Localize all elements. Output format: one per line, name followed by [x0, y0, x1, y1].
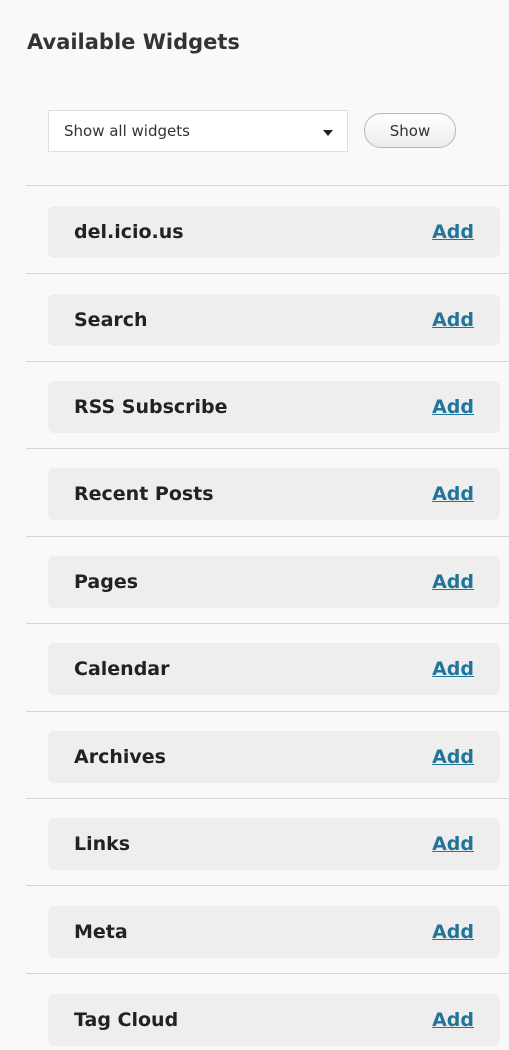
add-widget-button[interactable]: Add	[432, 483, 474, 505]
widget-name: RSS Subscribe	[74, 396, 228, 418]
add-widget-button[interactable]: Add	[432, 833, 474, 855]
divider	[26, 448, 509, 449]
widget-name: Pages	[74, 571, 139, 593]
divider	[26, 361, 509, 362]
divider	[26, 711, 509, 712]
widget-filter-selected: Show all widgets	[64, 122, 190, 140]
widget-name: del.icio.us	[74, 221, 184, 243]
add-widget-button[interactable]: Add	[432, 396, 474, 418]
widget-row-tag-cloud: Tag Cloud Add	[48, 994, 500, 1046]
divider	[26, 798, 509, 799]
add-widget-button[interactable]: Add	[432, 658, 474, 680]
widget-name: Recent Posts	[74, 483, 214, 505]
widget-row-links: Links Add	[48, 818, 500, 870]
add-widget-button[interactable]: Add	[432, 571, 474, 593]
widget-row-pages: Pages Add	[48, 556, 500, 608]
add-widget-button[interactable]: Add	[432, 221, 474, 243]
add-widget-button[interactable]: Add	[432, 1009, 474, 1031]
widget-row-recent-posts: Recent Posts Add	[48, 468, 500, 520]
widget-row-rss-subscribe: RSS Subscribe Add	[48, 381, 500, 433]
divider	[26, 185, 509, 186]
widget-name: Tag Cloud	[74, 1009, 179, 1031]
add-widget-button[interactable]: Add	[432, 746, 474, 768]
widget-name: Search	[74, 309, 148, 331]
widget-row-calendar: Calendar Add	[48, 643, 500, 695]
show-button[interactable]: Show	[364, 113, 456, 148]
widget-filter-select[interactable]: Show all widgets	[48, 110, 348, 152]
divider	[26, 536, 509, 537]
available-widgets-panel: Available Widgets Show all widgets Show …	[0, 0, 509, 1050]
divider	[26, 623, 509, 624]
widget-name: Meta	[74, 921, 128, 943]
divider	[26, 273, 509, 274]
widget-name: Calendar	[74, 658, 170, 680]
widget-row-meta: Meta Add	[48, 906, 500, 958]
divider	[26, 973, 509, 974]
widget-name: Archives	[74, 746, 166, 768]
add-widget-button[interactable]: Add	[432, 309, 474, 331]
widget-name: Links	[74, 833, 131, 855]
panel-title: Available Widgets	[27, 30, 240, 54]
add-widget-button[interactable]: Add	[432, 921, 474, 943]
widget-row-archives: Archives Add	[48, 731, 500, 783]
divider	[26, 885, 509, 886]
widget-row-search: Search Add	[48, 294, 500, 346]
chevron-down-icon	[323, 130, 333, 136]
widget-row-delicious: del.icio.us Add	[48, 206, 500, 258]
